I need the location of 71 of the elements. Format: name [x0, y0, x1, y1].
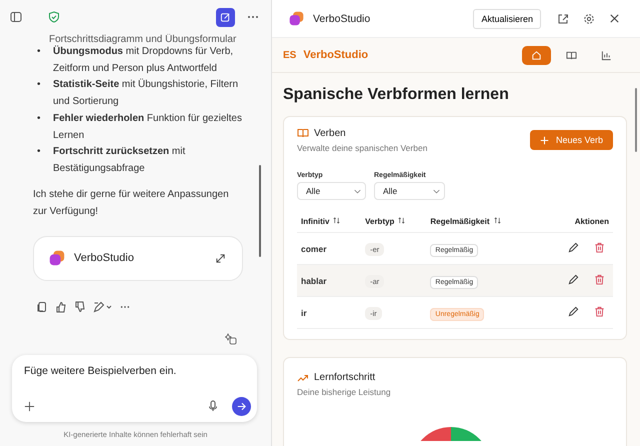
card-title: Verben	[314, 128, 346, 138]
new-chat-button[interactable]	[216, 8, 235, 26]
settings-icon[interactable]	[583, 12, 595, 24]
delete-icon[interactable]	[594, 274, 605, 285]
bullet-text: Fortschritt zurücksetzen mit Bestätigungsabfrage	[53, 145, 186, 176]
sparkle-icon[interactable]	[225, 332, 237, 345]
page-heading: Spanische Verbformen lernen	[283, 86, 510, 104]
scrollbar[interactable]	[259, 165, 261, 257]
column-header[interactable]: Verbtyp	[365, 216, 406, 226]
edit-icon[interactable]	[93, 300, 113, 313]
refresh-button[interactable]: Aktualisieren	[473, 8, 541, 28]
plus-icon[interactable]	[24, 400, 35, 412]
bullet-text: Statistik-Seite mit Übungshistorie, Filtern und Sortierung	[53, 78, 240, 110]
delete-icon[interactable]	[594, 306, 605, 317]
arrow-icon	[236, 400, 247, 412]
table-cell: ir	[301, 308, 307, 318]
bullet-marker: •	[36, 112, 42, 126]
nav-tab[interactable]	[522, 46, 551, 64]
close-icon[interactable]	[609, 13, 620, 24]
filter-dropdown[interactable]: Alle	[297, 182, 366, 200]
chevron-down-icon	[354, 188, 361, 194]
bar-chart-icon	[601, 50, 612, 60]
sort-icon	[494, 216, 501, 224]
card-title: Lernfortschritt	[314, 372, 376, 383]
bullet-marker: •	[36, 145, 42, 160]
send-button[interactable]	[232, 396, 251, 416]
expand-icon[interactable]	[215, 252, 226, 264]
table-cell: comer	[301, 244, 327, 254]
input-text: Füge weitere Beispielverben ein.	[24, 364, 178, 379]
shield-icon	[48, 11, 60, 23]
app-logo-icon	[48, 249, 66, 268]
edit-icon	[220, 12, 231, 22]
logo-mark: ES	[283, 50, 296, 60]
thumbs-down-icon[interactable]	[74, 300, 86, 313]
app-card-title: VerboStudio	[74, 252, 135, 264]
plus-icon	[540, 136, 549, 144]
edit-icon[interactable]	[568, 306, 579, 317]
message-text: Fortschrittsdiagramm und Übungsformular	[49, 34, 238, 44]
sidebar-icon[interactable]	[10, 11, 22, 23]
edit-icon[interactable]	[568, 242, 579, 253]
preview-title: VerboStudio	[313, 12, 370, 24]
table-cell: hablar	[301, 276, 327, 286]
card-subtitle: Deine bisherige Leistung	[297, 387, 392, 397]
column-header[interactable]: Aktionen	[574, 216, 609, 226]
scrollbar[interactable]	[635, 88, 637, 152]
message-text: Ich stehe dir gerne für weitere Anpassungen zur Verfügung!	[33, 188, 230, 219]
bullet-marker: •	[36, 45, 42, 59]
chevron-down-icon	[433, 188, 440, 194]
sort-icon	[398, 216, 406, 224]
sort-icon	[333, 216, 340, 224]
filter-dropdown[interactable]: Alle	[374, 182, 445, 200]
column-header[interactable]: Infinitiv	[301, 216, 340, 226]
card-subtitle: Verwalte deine spanischen Verben	[297, 143, 428, 153]
bullet-marker: •	[36, 78, 42, 92]
delete-icon[interactable]	[594, 242, 605, 253]
book-icon	[566, 50, 577, 60]
copy-icon[interactable]	[36, 300, 48, 313]
more-icon[interactable]	[120, 304, 130, 309]
home-icon	[531, 50, 542, 60]
microphone-icon[interactable]	[207, 400, 219, 412]
app-card[interactable]: VerboStudio	[33, 236, 243, 281]
column-header[interactable]: Regelmäßigkeit	[430, 216, 501, 226]
logo-name: VerboStudio	[303, 49, 368, 61]
thumbs-up-icon[interactable]	[55, 300, 67, 313]
book-icon	[297, 127, 309, 139]
more-icon[interactable]	[247, 15, 259, 19]
edit-icon[interactable]	[568, 274, 579, 285]
app-logo-icon	[288, 10, 305, 27]
share-icon[interactable]	[557, 12, 569, 24]
trend-icon	[297, 374, 309, 382]
message-input[interactable]: Füge weitere Beispielverben ein.	[12, 354, 257, 422]
